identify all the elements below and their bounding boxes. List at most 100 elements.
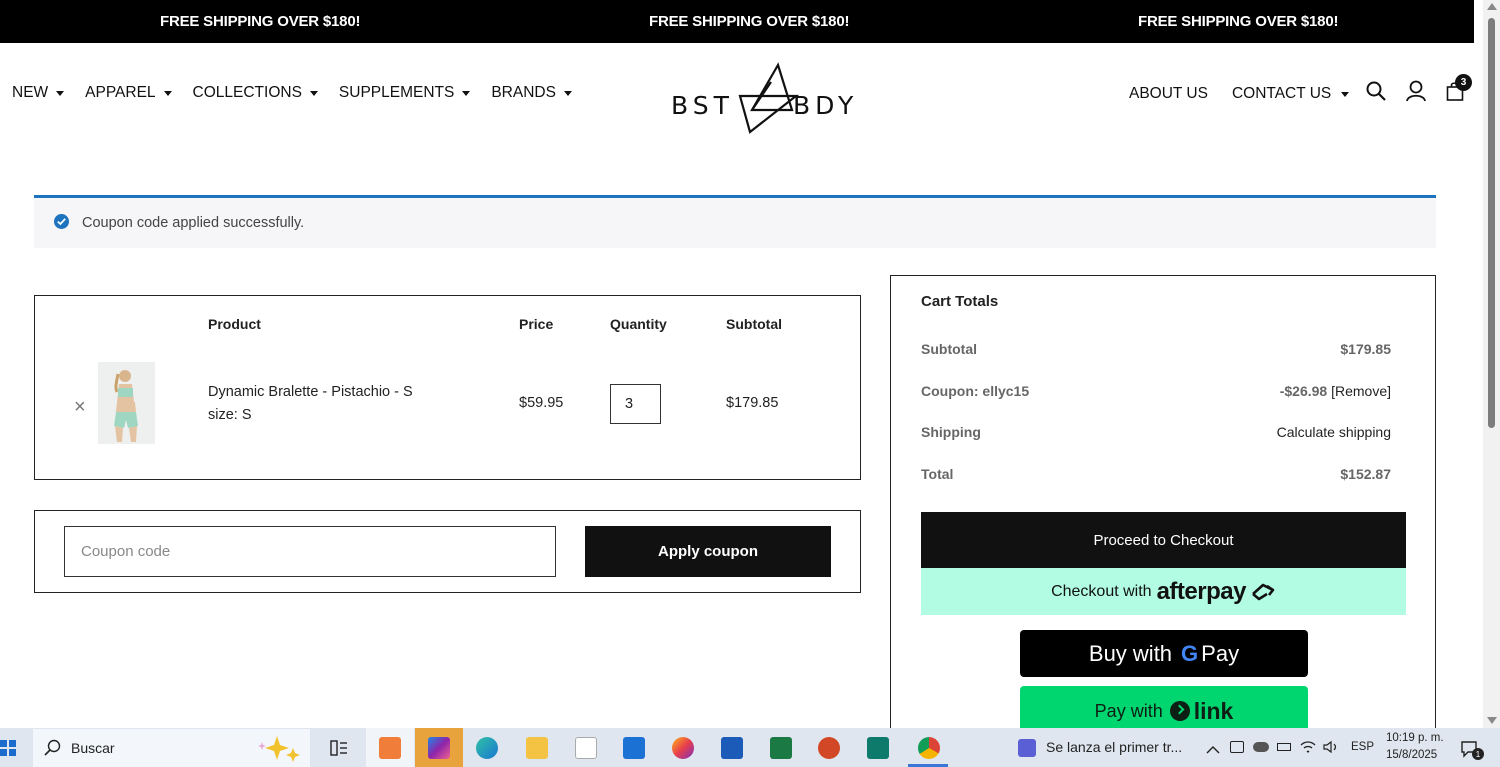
nav-apparel[interactable]: APPAREL bbox=[85, 84, 172, 102]
nav-new[interactable]: NEW bbox=[12, 84, 65, 102]
onedrive-icon[interactable] bbox=[1253, 742, 1269, 752]
link-prefix: Pay with bbox=[1094, 700, 1163, 721]
nav-contact-us[interactable]: CONTACT US bbox=[1231, 85, 1350, 103]
file-explorer-icon[interactable] bbox=[526, 737, 548, 759]
store-icon[interactable] bbox=[575, 737, 597, 759]
news-widget-text[interactable]: Se lanza el primer tr... bbox=[1046, 739, 1182, 755]
nav-brands[interactable]: BRANDS bbox=[491, 84, 572, 102]
firefox-icon[interactable] bbox=[672, 737, 694, 759]
task-view-icon[interactable] bbox=[330, 739, 348, 757]
battery-icon[interactable] bbox=[1277, 743, 1291, 751]
total-value: $152.87 bbox=[1340, 466, 1391, 482]
product-thumbnail[interactable] bbox=[98, 362, 155, 444]
search-icon[interactable] bbox=[1366, 81, 1386, 106]
quantity-input[interactable]: 3 bbox=[610, 384, 661, 424]
scroll-down-arrow-icon[interactable] bbox=[1487, 717, 1497, 724]
notice-message: Coupon code applied successfully. bbox=[82, 215, 305, 231]
nav-label: COLLECTIONS bbox=[192, 84, 302, 101]
nav-about-us[interactable]: ABOUT US bbox=[1129, 85, 1208, 103]
publisher-icon[interactable] bbox=[867, 737, 889, 759]
nav-supplements[interactable]: SUPPLEMENTS bbox=[338, 84, 471, 102]
search-icon bbox=[44, 739, 61, 756]
caret-down-icon bbox=[163, 90, 172, 96]
header-subtotal: Subtotal bbox=[726, 316, 782, 332]
calculate-shipping-text: Calculate shipping bbox=[1276, 424, 1391, 440]
shipping-label: Shipping bbox=[921, 424, 981, 440]
taskbar-search[interactable]: Buscar bbox=[33, 729, 310, 767]
nav-label: SUPPLEMENTS bbox=[338, 84, 455, 101]
mail-icon[interactable] bbox=[623, 737, 645, 759]
afterpay-logo: afterpay bbox=[1156, 577, 1247, 605]
nav-collections[interactable]: COLLECTIONS bbox=[193, 84, 318, 102]
coupon-code-input[interactable]: Coupon code bbox=[64, 526, 556, 577]
nav-label: ABOUT US bbox=[1129, 85, 1208, 102]
google-pay-button[interactable]: Buy with G Pay bbox=[1020, 630, 1308, 677]
announcement-text: FREE SHIPPING OVER $180! bbox=[1138, 13, 1339, 30]
nav-label: CONTACT US bbox=[1231, 85, 1332, 102]
cart-totals: Cart Totals Subtotal $179.85 Coupon: ell… bbox=[890, 275, 1436, 736]
copilot-icon[interactable] bbox=[428, 737, 450, 759]
nav-label: APPAREL bbox=[85, 84, 156, 101]
check-circle-icon bbox=[54, 214, 69, 229]
header-product: Product bbox=[208, 316, 261, 332]
site-logo[interactable]: BST BDY bbox=[668, 62, 864, 136]
apply-coupon-button[interactable]: Apply coupon bbox=[585, 526, 831, 577]
app-icon[interactable] bbox=[379, 737, 401, 759]
nav-label: BRANDS bbox=[491, 84, 556, 101]
clock-time[interactable]: 10:19 p. m. bbox=[1386, 732, 1444, 744]
item-subtotal: $179.85 bbox=[726, 395, 779, 411]
coupon-success-notice: Coupon code applied successfully. bbox=[34, 195, 1436, 248]
cart-table: Product Price Quantity Subtotal × Dynami… bbox=[34, 295, 861, 480]
header-quantity: Quantity bbox=[610, 316, 667, 332]
link-arrow-icon bbox=[1169, 701, 1190, 721]
subtotal-label: Subtotal bbox=[921, 341, 977, 357]
remove-coupon-link[interactable]: [Remove] bbox=[1331, 383, 1391, 399]
edge-browser-icon[interactable] bbox=[476, 737, 498, 759]
caret-down-icon bbox=[309, 90, 318, 96]
account-icon[interactable] bbox=[1406, 80, 1426, 107]
input-language[interactable]: ESP bbox=[1351, 741, 1374, 753]
chrome-icon[interactable] bbox=[918, 737, 940, 759]
product-name-link[interactable]: Dynamic Bralette - Pistachio - S bbox=[208, 384, 413, 400]
word-icon[interactable] bbox=[721, 737, 743, 759]
clock-date[interactable]: 15/8/2025 bbox=[1386, 749, 1437, 761]
meet-icon[interactable] bbox=[1230, 741, 1244, 753]
main-nav-left: NEW APPAREL COLLECTIONS SUPPLEMENTS BRAN… bbox=[12, 84, 593, 102]
volume-icon[interactable] bbox=[1323, 740, 1339, 759]
afterpay-checkout-button[interactable]: Checkout with afterpay bbox=[921, 568, 1406, 615]
caret-down-icon bbox=[462, 90, 471, 96]
scroll-up-arrow-icon[interactable] bbox=[1487, 3, 1497, 10]
wifi-icon[interactable] bbox=[1300, 740, 1316, 759]
scrollbar-thumb[interactable] bbox=[1488, 18, 1495, 428]
header-price: Price bbox=[519, 316, 554, 332]
excel-icon[interactable] bbox=[770, 737, 792, 759]
coupon-label: Coupon: ellyc15 bbox=[921, 383, 1030, 399]
announcement-text: FREE SHIPPING OVER $180! bbox=[160, 13, 361, 30]
logo-text-left: BST bbox=[671, 91, 734, 120]
windows-start-icon[interactable] bbox=[0, 740, 16, 756]
page-scrollbar[interactable] bbox=[1483, 0, 1500, 728]
caret-down-icon bbox=[56, 90, 65, 96]
logo-text-right: BDY bbox=[793, 91, 858, 120]
announcement-text: FREE SHIPPING OVER $180! bbox=[649, 13, 850, 30]
taskbar-search-label: Buscar bbox=[71, 740, 115, 756]
subtotal-value: $179.85 bbox=[1340, 341, 1391, 357]
cart-count-badge: 3 bbox=[1455, 74, 1472, 91]
afterpay-arrows-icon bbox=[1252, 583, 1275, 600]
proceed-to-checkout-button[interactable]: Proceed to Checkout bbox=[921, 512, 1406, 568]
copilot-sparkle-icon bbox=[258, 736, 300, 762]
notification-count-badge: 1 bbox=[1472, 748, 1484, 760]
gpay-prefix: Buy with bbox=[1088, 640, 1173, 666]
coupon-discount-value: -$26.98 bbox=[1279, 383, 1328, 399]
total-label: Total bbox=[921, 466, 954, 482]
powerpoint-icon[interactable] bbox=[818, 737, 840, 759]
news-widget-icon[interactable] bbox=[1018, 739, 1036, 757]
coupon-discount: -$26.98 [Remove] bbox=[1280, 383, 1391, 399]
taskbar: Buscar Se lanza el primer tr... ESP 10:1… bbox=[0, 728, 1500, 767]
chevron-up-icon[interactable] bbox=[1206, 742, 1220, 760]
gpay-brand: Pay bbox=[1201, 640, 1240, 666]
caret-down-icon bbox=[1341, 91, 1350, 97]
calculate-shipping-link[interactable]: Calculate shipping bbox=[1277, 424, 1391, 440]
afterpay-prefix: Checkout with bbox=[1051, 582, 1152, 600]
remove-item-button[interactable]: × bbox=[74, 397, 86, 417]
